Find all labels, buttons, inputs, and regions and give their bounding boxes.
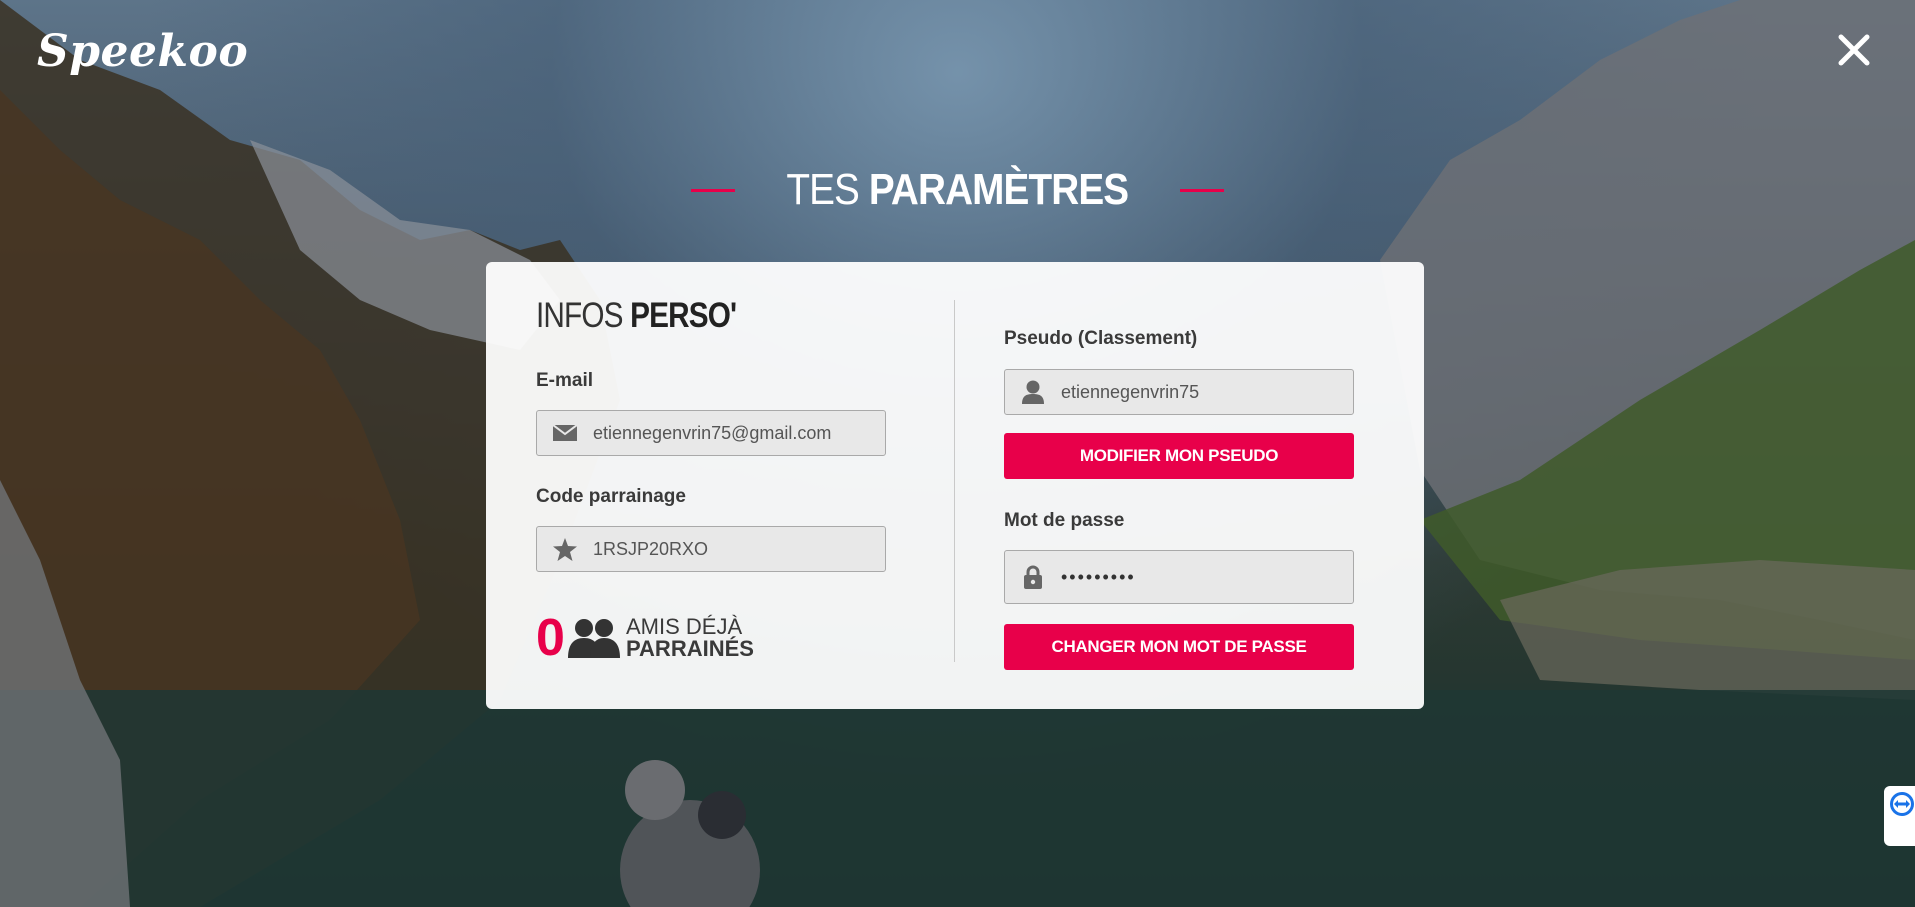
title-dash-right <box>1179 188 1224 192</box>
pseudo-field[interactable] <box>1004 369 1354 415</box>
infos-title-light: INFOS <box>536 296 631 335</box>
email-field[interactable] <box>536 410 886 456</box>
email-input[interactable] <box>593 422 873 444</box>
referral-code-input[interactable] <box>593 538 873 560</box>
close-icon[interactable] <box>1836 32 1872 68</box>
page-title-bold: PARAMÈTRES <box>869 165 1129 214</box>
password-label: Mot de passe <box>1004 510 1125 531</box>
users-icon <box>568 619 620 658</box>
change-password-button[interactable]: CHANGER MON MOT DE PASSE <box>1004 624 1354 670</box>
friends-count: 0 <box>536 609 565 667</box>
infos-title: INFOS PERSO' <box>536 296 737 336</box>
page-title-light: TES <box>786 165 870 214</box>
code-label: Code parrainage <box>536 486 686 507</box>
friends-caption-line2: PARRAINÉS <box>626 636 754 661</box>
page-header: TES PARAMÈTRES <box>0 160 1915 220</box>
user-icon <box>1005 370 1061 414</box>
password-input[interactable] <box>1061 566 1341 588</box>
password-field[interactable] <box>1004 550 1354 604</box>
settings-page: Speekoo TES PARAMÈTRES INFOS PERSO' E-ma… <box>0 0 1915 907</box>
friends-caption: AMIS DÉJÀ PARRAINÉS <box>626 616 754 660</box>
modify-pseudo-button[interactable]: MODIFIER MON PSEUDO <box>1004 433 1354 479</box>
pseudo-input[interactable] <box>1061 381 1341 403</box>
pseudo-label: Pseudo (Classement) <box>1004 328 1198 349</box>
infos-title-bold: PERSO' <box>630 296 737 335</box>
title-dash-left <box>691 188 736 192</box>
settings-card: INFOS PERSO' E-mail Code parrainage 0 <box>486 262 1424 709</box>
page-title: TES PARAMÈTRES <box>786 165 1130 215</box>
email-label: E-mail <box>536 370 594 391</box>
teamviewer-tab[interactable] <box>1884 786 1915 846</box>
teamviewer-icon <box>1890 792 1914 816</box>
card-divider <box>954 300 955 662</box>
envelope-icon <box>537 411 593 455</box>
lock-icon <box>1005 551 1061 603</box>
star-icon <box>537 527 593 571</box>
referral-code-field[interactable] <box>536 526 886 572</box>
speekoo-logo[interactable]: Speekoo <box>37 26 248 77</box>
